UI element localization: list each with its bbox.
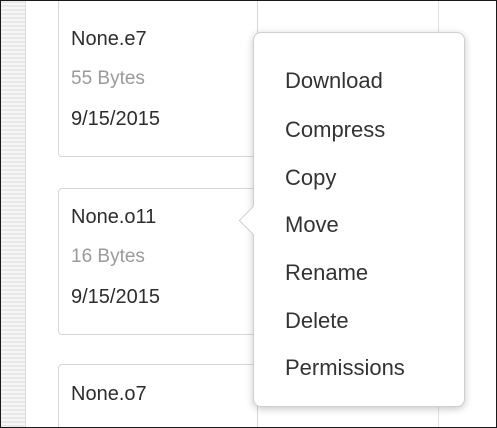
left-scroll-rail (1, 1, 26, 427)
file-card-selected[interactable]: None.o11 16 Bytes 9/15/2015 (58, 188, 258, 335)
menu-item-compress[interactable]: Compress (285, 115, 385, 145)
menu-item-permissions[interactable]: Permissions (285, 353, 405, 383)
menu-item-copy[interactable]: Copy (285, 163, 336, 193)
file-date: 9/15/2015 (71, 108, 160, 130)
file-size: 16 Bytes (71, 246, 145, 267)
file-manager-panel: None.e7 55 Bytes 9/15/2015 None.o11 16 B… (0, 0, 497, 428)
file-card[interactable]: None.o7 (58, 364, 258, 427)
file-name: None.o7 (71, 383, 147, 405)
menu-item-rename[interactable]: Rename (285, 258, 368, 288)
menu-item-move[interactable]: Move (285, 210, 339, 240)
file-context-menu: Download Compress Copy Move Rename Delet… (238, 32, 465, 407)
menu-item-download[interactable]: Download (285, 66, 383, 96)
file-card[interactable]: None.e7 55 Bytes 9/15/2015 (58, 1, 258, 157)
file-name: None.e7 (71, 28, 147, 50)
file-size: 55 Bytes (71, 68, 145, 89)
menu-item-delete[interactable]: Delete (285, 306, 349, 336)
file-name: None.o11 (71, 206, 157, 228)
file-date: 9/15/2015 (71, 286, 160, 308)
